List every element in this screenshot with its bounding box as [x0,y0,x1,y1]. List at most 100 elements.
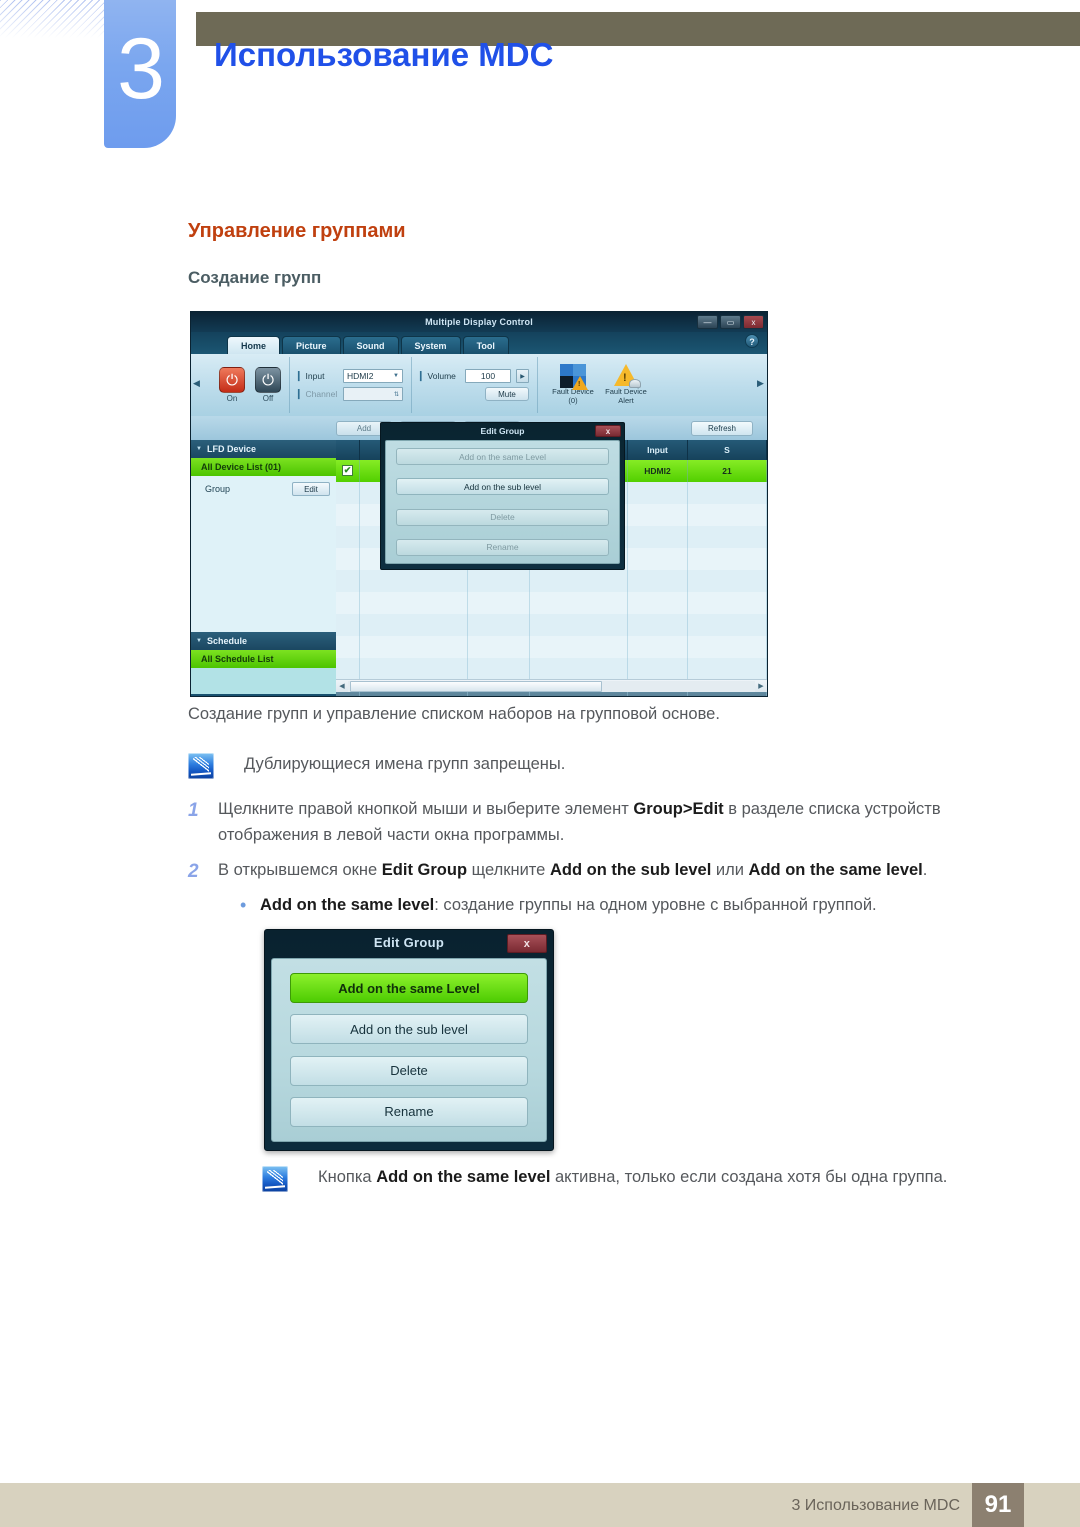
inline-add-sub-level-button[interactable]: Add on the sub level [396,478,609,496]
inline-dialog-title: Edit Group [480,426,525,436]
inline-delete-button[interactable]: Delete [396,508,609,526]
power-off-control[interactable]: ⏻ Off [255,367,281,403]
bullet-add-same-level: • Add on the same level: создание группы… [240,893,1000,919]
row-extra: 21 [688,460,767,482]
ribbon-scroll-right-icon[interactable]: ▶ [757,378,765,392]
mdc-title-bar: Multiple Display Control — ▭ x [191,312,767,332]
tab-sound[interactable]: Sound [342,336,399,354]
sidebar-item-all-device-list[interactable]: All Device List (01) [191,458,336,476]
spinner-icon: ⇅ [393,391,399,398]
scroll-track[interactable] [348,680,755,692]
channel-label: Channel [298,389,338,400]
volume-row: Volume 100 ▶ [420,369,529,383]
note-icon [188,753,214,779]
fault-alert-icon [613,364,641,389]
inline-dialog-body: Add on the same Level Add on the sub lev… [385,440,620,564]
edit-group-body: Add on the same Level Add on the sub lev… [271,958,547,1142]
horizontal-scrollbar[interactable]: ◀ ▶ [336,679,767,692]
input-row: Input HDMI2 ▼ [298,369,403,383]
mdc-sidebar: LFD Device All Device List (01) Group Ed… [191,440,336,694]
ribbon-group-fault: Fault Device (0) Fault Device Alert [538,357,657,413]
edit-group-close-icon[interactable]: x [507,934,547,953]
close-icon[interactable]: x [743,315,764,329]
footer-text: 3 Использование MDC [791,1497,960,1514]
mdc-window-title: Multiple Display Control [425,317,533,327]
checkbox-icon[interactable]: ✔ [342,465,353,476]
mute-button[interactable]: Mute [485,387,529,401]
add-on-the-same-level-button[interactable]: Add on the same Level [290,973,528,1003]
sidebar-bottom-filler [191,668,336,694]
scroll-right-icon[interactable]: ▶ [755,682,767,690]
edit-group-title: Edit Group [373,935,445,950]
channel-input[interactable]: ⇅ [343,387,403,401]
sidebar-item-all-schedule-list[interactable]: All Schedule List [191,650,336,668]
sidebar-section-schedule[interactable]: Schedule [191,632,336,650]
minimize-icon[interactable]: — [697,315,718,329]
maximize-icon[interactable]: ▭ [720,315,741,329]
sidebar-group-label: Group [205,484,231,494]
ribbon-group-input: Input HDMI2 ▼ Channel ⇅ [290,357,412,413]
sidebar-section-lfd[interactable]: LFD Device [191,440,336,458]
chapter-number: 3 [117,21,165,117]
scroll-thumb[interactable] [350,680,603,692]
fault-icons: Fault Device (0) Fault Device Alert [546,364,649,405]
mute-row: Mute [420,387,529,401]
figure-caption: Создание групп и управление списком набо… [188,705,720,723]
volume-stepper-icon[interactable]: ▶ [516,369,529,383]
help-icon[interactable]: ? [745,334,759,348]
note-icon [262,1166,288,1192]
fault-device-count: (0) [568,396,578,405]
volume-value[interactable]: 100 [465,369,511,383]
tab-home[interactable]: Home [227,336,281,354]
col-extra: S [688,440,767,460]
mdc-application-screenshot: Multiple Display Control — ▭ x Home Pict… [190,311,768,697]
scroll-left-icon[interactable]: ◀ [336,682,348,690]
sidebar-item-group[interactable]: Group Edit [191,476,336,502]
inline-dialog-close-icon[interactable]: x [595,425,621,437]
fault-device-icon [560,364,588,391]
sidebar-filler [191,502,336,632]
page-root: 3 Использование MDC Управление группами … [0,0,1080,1527]
group-edit-button[interactable]: Edit [292,482,330,496]
power-on-label: On [226,394,238,403]
fault-alert-label2: Alert [618,396,634,405]
col-checkbox [336,440,360,460]
inline-add-same-level-button[interactable]: Add on the same Level [396,448,609,465]
power-on-icon[interactable]: ⏻ [219,367,245,393]
subsection-heading: Создание групп [188,268,322,287]
row-checkbox-cell[interactable]: ✔ [336,460,360,482]
power-off-label: Off [262,394,274,403]
delete-button[interactable]: Delete [290,1055,528,1086]
edit-group-title-bar: Edit Group x [265,930,553,956]
table-row[interactable] [336,614,767,636]
mdc-window-controls: — ▭ x [697,315,764,329]
refresh-button[interactable]: Refresh [691,420,753,436]
row-input: HDMI2 [628,460,688,482]
step-2: 2 В открывшемся окне Edit Group щелкните… [188,858,1018,886]
chevron-down-icon: ▼ [393,373,399,379]
inline-rename-button[interactable]: Rename [396,538,609,556]
add-on-the-sub-level-button[interactable]: Add on the sub level [290,1014,528,1045]
mdc-main-area: LFD Device All Device List (01) Group Ed… [191,422,767,696]
volume-label: Volume [420,371,460,382]
tab-system[interactable]: System [400,336,461,354]
tab-tool[interactable]: Tool [462,336,509,354]
note-text: Кнопка Add on the same level активна, то… [318,1168,948,1186]
table-row[interactable] [336,658,767,680]
table-row[interactable] [336,570,767,592]
table-row[interactable] [336,636,767,658]
ribbon-scroll-left-icon[interactable]: ◀ [193,378,201,392]
table-row[interactable] [336,592,767,614]
power-on-control[interactable]: ⏻ On [219,367,245,403]
rename-button[interactable]: Rename [290,1096,528,1127]
bullet-marker: • [240,895,247,915]
fault-alert-control[interactable]: Fault Device Alert [603,364,649,405]
fault-device-control[interactable]: Fault Device (0) [550,364,596,405]
inline-edit-group-dialog: Edit Group x Add on the same Level Add o… [380,422,625,570]
power-off-icon[interactable]: ⏻ [255,367,281,393]
edit-group-dialog: Edit Group x Add on the same Level Add o… [264,929,554,1151]
step-1-number: 1 [188,800,199,821]
tab-picture[interactable]: Picture [282,336,341,354]
input-select[interactable]: HDMI2 ▼ [343,369,403,383]
col-input: Input [628,440,688,460]
